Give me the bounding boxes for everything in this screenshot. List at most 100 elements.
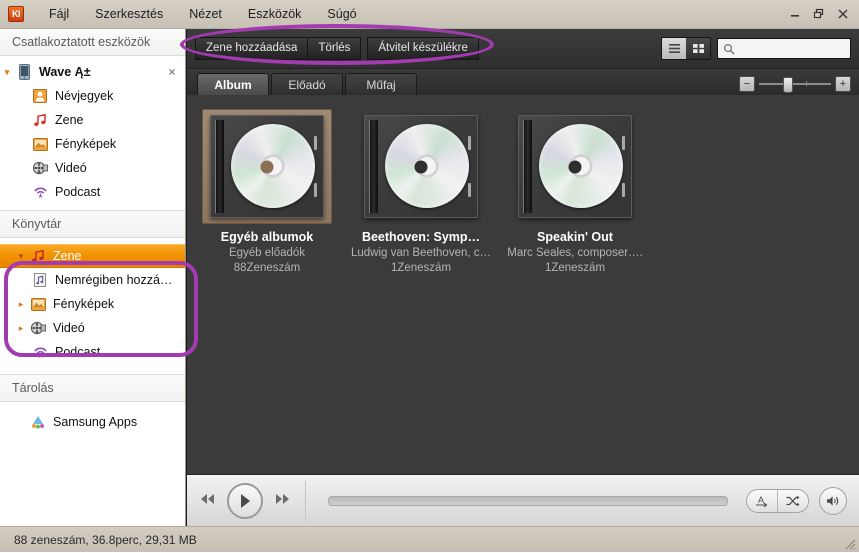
library-section: ▾ Zene Nemrégiben hozzá… ▸ Fényképek ▸ V… bbox=[0, 238, 185, 364]
player-right-controls: A bbox=[746, 486, 847, 515]
case-clip bbox=[314, 136, 317, 150]
thumbnail-size-slider: − + bbox=[739, 76, 851, 95]
restore-icon[interactable] bbox=[807, 4, 831, 24]
sidebar-item-library-photos[interactable]: ▸ Fényképek bbox=[0, 292, 185, 316]
sidebar-item-label: Fényképek bbox=[55, 137, 117, 151]
sidebar-storage-header: Tárolás bbox=[0, 375, 185, 402]
sidebar-item-photos[interactable]: Fényképek bbox=[0, 132, 185, 156]
sidebar-item-library-music[interactable]: ▾ Zene bbox=[0, 244, 185, 268]
album-card[interactable]: Beethoven: Symp… Ludwig van Beethoven, c… bbox=[351, 109, 491, 274]
disc-hub bbox=[414, 160, 428, 173]
menu-item-view[interactable]: Nézet bbox=[176, 4, 235, 24]
grid-view-icon[interactable] bbox=[686, 38, 710, 59]
zoom-in-button[interactable]: + bbox=[835, 76, 851, 92]
repeat-all-icon[interactable]: A bbox=[747, 489, 777, 512]
statusbar: 88 zeneszám, 36.8perc, 29,31 MB bbox=[0, 526, 859, 552]
menu-item-file[interactable]: Fájl bbox=[36, 4, 82, 24]
case-spine bbox=[369, 120, 378, 213]
close-icon[interactable]: × bbox=[165, 65, 179, 79]
sidebar-item-samsung-apps[interactable]: Samsung Apps bbox=[0, 410, 185, 434]
toolbar: Zene hozzáadása Törlés Átvitel készülékr… bbox=[187, 29, 859, 69]
sidebar-item-music[interactable]: Zene bbox=[0, 108, 185, 132]
samsung-apps-icon bbox=[28, 415, 48, 429]
sidebar-item-library-podcast[interactable]: Podcast bbox=[0, 340, 185, 364]
chevron-down-icon[interactable]: ▾ bbox=[0, 67, 14, 77]
case-spine bbox=[215, 120, 224, 213]
sidebar-item-label: Videó bbox=[55, 161, 87, 175]
resize-grip-icon[interactable] bbox=[842, 536, 856, 550]
album-artist: Marc Seales, composer…. bbox=[507, 247, 643, 259]
app-icon: KI bbox=[8, 6, 24, 22]
photos-icon bbox=[30, 137, 50, 151]
case-spine bbox=[523, 120, 532, 213]
add-music-button[interactable]: Zene hozzáadása bbox=[195, 37, 309, 60]
case-clip bbox=[622, 136, 625, 150]
transfer-to-device-button[interactable]: Átvitel készülékre bbox=[367, 37, 479, 60]
album-card[interactable]: Speakin' Out Marc Seales, composer…. 1Ze… bbox=[505, 109, 645, 274]
album-art[interactable] bbox=[202, 109, 332, 224]
chevron-right-icon[interactable]: ▸ bbox=[14, 323, 28, 333]
sidebar-item-device[interactable]: ▾ Wave Ą± × bbox=[0, 60, 185, 84]
album-art[interactable] bbox=[510, 109, 640, 224]
case-clip bbox=[468, 183, 471, 197]
sidebar-item-label: Zene bbox=[55, 113, 84, 127]
album-artist: Ludwig van Beethoven, c… bbox=[351, 247, 491, 259]
zoom-slider-tick bbox=[806, 81, 807, 86]
volume-button[interactable] bbox=[819, 486, 847, 515]
menu-item-edit[interactable]: Szerkesztés bbox=[82, 4, 176, 24]
album-title: Egyéb albumok bbox=[220, 230, 314, 244]
menu-item-help[interactable]: Súgó bbox=[314, 4, 369, 24]
window-controls bbox=[783, 0, 855, 28]
rewind-icon[interactable] bbox=[199, 493, 217, 508]
sidebar-item-library-video[interactable]: ▸ Videó bbox=[0, 316, 185, 340]
toolbar-right bbox=[661, 37, 851, 60]
sidebar-item-podcast[interactable]: Podcast bbox=[0, 180, 185, 204]
chevron-right-icon[interactable]: ▸ bbox=[14, 299, 28, 309]
body: Csatlakoztatott eszközök ▾ Wave Ą± × Név… bbox=[0, 29, 859, 526]
case-clip bbox=[622, 183, 625, 197]
fast-forward-icon[interactable] bbox=[273, 493, 291, 508]
sidebar-item-label: Névjegyek bbox=[55, 89, 114, 103]
sidebar-item-label: Podcast bbox=[55, 345, 101, 359]
chevron-down-icon[interactable]: ▾ bbox=[14, 251, 28, 261]
minimize-icon[interactable] bbox=[783, 4, 807, 24]
video-reel-icon bbox=[30, 161, 50, 175]
zoom-slider-track[interactable] bbox=[759, 77, 831, 93]
album-artist: Egyéb előadók bbox=[228, 247, 306, 259]
tab-album[interactable]: Album bbox=[197, 73, 269, 95]
seek-slider[interactable] bbox=[328, 495, 728, 506]
sidebar-item-label: Podcast bbox=[55, 185, 101, 199]
sidebar: Csatlakoztatott eszközök ▾ Wave Ą± × Név… bbox=[0, 29, 186, 526]
list-view-icon[interactable] bbox=[662, 38, 686, 59]
search-box[interactable] bbox=[717, 38, 851, 59]
podcast-icon bbox=[30, 345, 50, 359]
close-icon[interactable] bbox=[831, 4, 855, 24]
player-bar: A bbox=[187, 474, 859, 526]
album-card[interactable]: Egyéb albumok Egyéb előadók 88Zeneszám bbox=[197, 109, 337, 274]
phone-icon bbox=[14, 64, 34, 80]
case-clip bbox=[314, 183, 317, 197]
tabstrip: Album Előadó Műfaj − + bbox=[187, 69, 859, 95]
storage-section: Samsung Apps bbox=[0, 402, 185, 434]
cd-case-icon bbox=[210, 115, 324, 218]
delete-button[interactable]: Törlés bbox=[308, 37, 362, 60]
sidebar-item-video[interactable]: Videó bbox=[0, 156, 185, 180]
shuffle-icon[interactable] bbox=[777, 489, 808, 512]
zoom-out-button[interactable]: − bbox=[739, 76, 755, 92]
search-input[interactable] bbox=[739, 41, 845, 56]
zoom-slider-thumb[interactable] bbox=[783, 77, 793, 93]
album-title: Speakin' Out bbox=[537, 230, 613, 244]
play-button[interactable] bbox=[227, 482, 263, 519]
search-icon bbox=[723, 43, 735, 55]
tab-artist[interactable]: Előadó bbox=[271, 73, 343, 95]
sidebar-item-contacts[interactable]: Névjegyek bbox=[0, 84, 185, 108]
album-art[interactable] bbox=[356, 109, 486, 224]
menu-item-tools[interactable]: Eszközök bbox=[235, 4, 315, 24]
seek-area bbox=[320, 495, 736, 506]
tab-genre[interactable]: Műfaj bbox=[345, 73, 417, 95]
divider bbox=[305, 480, 306, 521]
contacts-icon bbox=[30, 89, 50, 103]
sidebar-item-recently-added[interactable]: Nemrégiben hozzá… bbox=[0, 268, 185, 292]
sidebar-filler bbox=[0, 434, 185, 526]
case-clip bbox=[468, 136, 471, 150]
